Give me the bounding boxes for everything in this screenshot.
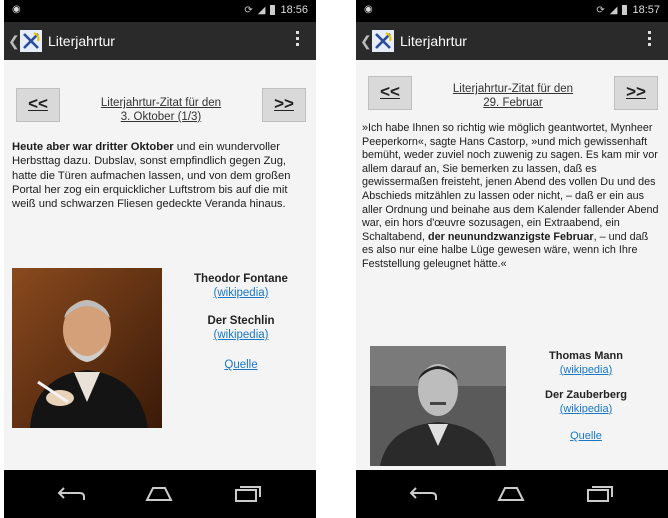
quote-bold: Heute aber war dritter Oktober (12, 141, 174, 153)
author-portrait (12, 268, 162, 428)
book-title: Der Zauberberg (545, 389, 627, 401)
phone-screen-left: ◉ ⟳ ◢ 18:56 ❮ Literjahrtur << Literjahrt… (4, 0, 316, 518)
author-portrait (370, 346, 506, 466)
citation-title-line2: 29. Februar (483, 97, 543, 109)
system-nav-bar (4, 470, 316, 518)
notification-icon: ◉ (12, 4, 21, 15)
source-link[interactable]: Quelle (176, 358, 306, 372)
status-time: 18:56 (280, 4, 308, 16)
previous-button[interactable]: << (368, 76, 412, 110)
citation-title-line2: 3. Oktober (1/3) (120, 111, 202, 123)
home-icon[interactable] (144, 484, 174, 509)
recents-icon[interactable] (232, 484, 262, 509)
author-info: Thomas Mann (wikipedia) Der Zauberberg (… (516, 350, 656, 444)
citation-title-line1: Literjahrtur-Zitat für den (100, 97, 222, 109)
previous-button[interactable]: << (16, 88, 60, 122)
quote-bold: der neunundzwanzigste Februar (428, 230, 594, 243)
citation-title[interactable]: Literjahrtur-Zitat für den 29. Februar (420, 82, 606, 110)
quote-text: Heute aber war dritter Oktober und ein w… (12, 140, 306, 211)
author-name: Theodor Fontane (194, 273, 288, 285)
overflow-menu-icon[interactable] (296, 31, 300, 49)
author-info: Theodor Fontane (wikipedia) Der Stechlin… (176, 272, 306, 372)
recents-icon[interactable] (584, 484, 614, 509)
back-icon[interactable] (56, 484, 86, 509)
source-link[interactable]: Quelle (516, 430, 656, 444)
citation-title-line1: Literjahrtur-Zitat für den (452, 83, 574, 95)
status-bar: ◉ ⟳ ◢ 18:56 (4, 0, 316, 22)
quote-content: << Literjahrtur-Zitat für den 29. Februa… (356, 62, 668, 466)
notification-icon: ◉ (364, 4, 373, 15)
battery-icon (270, 5, 276, 15)
author-wikipedia-link[interactable]: (wikipedia) (176, 286, 306, 300)
action-bar: ❮ Literjahrtur (356, 22, 668, 60)
citation-title[interactable]: Literjahrtur-Zitat für den 3. Oktober (1… (68, 96, 254, 124)
system-nav-bar (356, 470, 668, 518)
overflow-menu-icon[interactable] (648, 31, 652, 49)
app-logo-icon[interactable] (372, 30, 394, 52)
author-wikipedia-link[interactable]: (wikipedia) (516, 364, 656, 378)
status-bar: ◉ ⟳ ◢ 18:57 (356, 0, 668, 22)
next-button[interactable]: >> (262, 88, 306, 122)
action-bar: ❮ Literjahrtur (4, 22, 316, 60)
battery-icon (622, 5, 628, 15)
signal-icon: ◢ (257, 4, 266, 16)
up-navigation-icon[interactable]: ❮ (360, 33, 372, 50)
app-title: Literjahrtur (48, 33, 115, 49)
phone-screen-right: ◉ ⟳ ◢ 18:57 ❮ Literjahrtur << Literjahrt… (356, 0, 668, 518)
signal-icon: ◢ (609, 4, 618, 16)
quote-content: << Literjahrtur-Zitat für den 3. Oktober… (4, 62, 316, 462)
sync-icon: ⟳ (596, 4, 605, 16)
status-time: 18:57 (632, 4, 660, 16)
book-wikipedia-link[interactable]: (wikipedia) (176, 328, 306, 342)
home-icon[interactable] (496, 484, 526, 509)
quote-part1: »Ich habe Ihnen so richtig wie möglich g… (362, 122, 659, 243)
author-name: Thomas Mann (549, 350, 623, 362)
up-navigation-icon[interactable]: ❮ (8, 33, 20, 50)
app-title: Literjahrtur (400, 33, 467, 49)
book-title: Der Stechlin (207, 315, 275, 327)
quote-text: »Ich habe Ihnen so richtig wie möglich g… (362, 122, 660, 272)
sync-icon: ⟳ (244, 4, 253, 16)
app-logo-icon[interactable] (20, 30, 42, 52)
next-button[interactable]: >> (614, 76, 658, 110)
book-wikipedia-link[interactable]: (wikipedia) (516, 403, 656, 417)
back-icon[interactable] (408, 484, 438, 509)
